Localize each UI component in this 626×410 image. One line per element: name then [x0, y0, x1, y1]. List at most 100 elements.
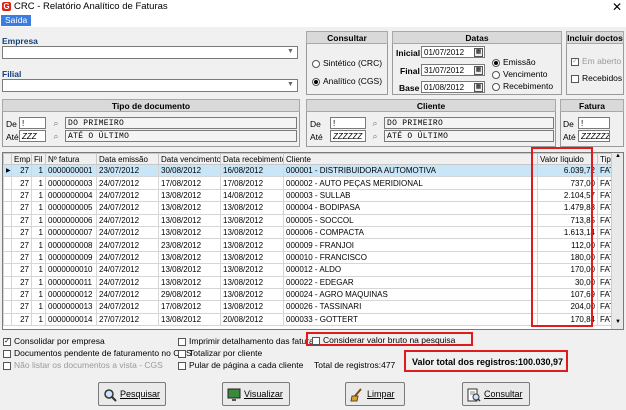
- check-pendentes[interactable]: Documentos pendente de faturamento no CG…: [3, 348, 192, 358]
- calendar-icon[interactable]: ▦: [474, 48, 483, 57]
- table-row[interactable]: 27 1 0000000006 24/07/2012 13/08/2012 13/08/2…: [3, 213, 613, 227]
- close-icon[interactable]: ✕: [612, 0, 622, 14]
- tipo-de-code-input[interactable]: !: [19, 117, 46, 129]
- calendar-icon[interactable]: ▦: [474, 83, 483, 92]
- row-indicator: [3, 275, 12, 289]
- table-row[interactable]: 27 1 0000000008 24/07/2012 23/08/2012 13/08/2…: [3, 238, 613, 252]
- column-header[interactable]: Data emissão: [96, 153, 159, 165]
- cliente-ate-code-input[interactable]: ZZZZZZ: [330, 130, 366, 142]
- fatura-header: Fatura: [560, 99, 624, 112]
- radio-emissao[interactable]: Emissão: [492, 57, 536, 67]
- cliente-de-code-input[interactable]: !: [330, 117, 366, 129]
- limpar-button[interactable]: Limpar: [345, 382, 405, 406]
- check-consolidar[interactable]: ✓ Consolidar por empresa: [3, 336, 105, 346]
- radio-vencimento[interactable]: Vencimento: [492, 69, 547, 79]
- table-cell: 27: [11, 213, 32, 227]
- inicial-date-input[interactable]: 01/07/2012 ▦: [421, 46, 485, 58]
- calendar-icon[interactable]: ▦: [474, 66, 483, 75]
- table-cell: 13/08/2012: [158, 225, 221, 240]
- table-cell: 17/08/2012: [158, 176, 221, 190]
- radio-recebimento[interactable]: Recebimento: [492, 81, 553, 91]
- table-cell: 0000000007: [45, 225, 97, 240]
- final-date-input[interactable]: 31/07/2012 ▦: [421, 64, 485, 76]
- window-title: CRC - Relatório Analítico de Faturas: [14, 1, 168, 12]
- column-header[interactable]: Data vencimento: [158, 153, 221, 165]
- filial-select[interactable]: [2, 79, 298, 92]
- table-row[interactable]: 27 1 0000000005 24/07/2012 13/08/2012 13/08/2…: [3, 201, 613, 215]
- table-row[interactable]: 27 1 0000000012 24/07/2012 29/08/2012 13/08/2…: [3, 287, 613, 302]
- fatura-ate-input[interactable]: ZZZZZZZ: [578, 130, 610, 142]
- monitor-icon: [227, 388, 241, 402]
- scroll-down-icon[interactable]: ▼: [613, 319, 623, 329]
- radio-analitico[interactable]: Analítico (CGS): [312, 76, 382, 86]
- menu-saida[interactable]: Saída: [1, 15, 32, 26]
- search-icon[interactable]: ⌕: [50, 117, 62, 129]
- search-icon[interactable]: ⌕: [369, 130, 381, 142]
- table-row[interactable]: 27 1 0000000014 27/07/2012 13/08/2012 20/08/2…: [3, 312, 613, 327]
- row-indicator: [3, 312, 12, 327]
- table-cell: 24/07/2012: [96, 213, 159, 227]
- column-header[interactable]: Data recebimento: [220, 153, 284, 165]
- table-cell: 1: [31, 238, 46, 252]
- table-row[interactable]: 27 1 0000000011 24/07/2012 13/08/2012 13/08/2…: [3, 275, 613, 289]
- table-row[interactable]: 27 1 0000000010 24/07/2012 13/08/2012 13/08/2…: [3, 263, 613, 277]
- search-icon[interactable]: ⌕: [369, 117, 381, 129]
- table-cell: 27: [11, 312, 32, 327]
- app-logo-icon: G: [2, 2, 11, 11]
- column-header[interactable]: Nº fatura: [45, 153, 97, 165]
- table-cell: 13/08/2012: [220, 238, 284, 252]
- table-row[interactable]: ▶ 27 1 0000000001 23/07/2012 30/08/2012 16/08/…: [3, 163, 613, 178]
- tipo-de-name: DO PRIMEIRO: [65, 117, 297, 129]
- table-cell: 13/08/2012: [158, 201, 221, 215]
- visualizar-button[interactable]: Visualizar: [222, 382, 290, 406]
- check-recebidos[interactable]: Recebidos: [571, 73, 622, 83]
- table-cell: 13/08/2012: [158, 213, 221, 227]
- empresa-label: Empresa: [2, 36, 38, 46]
- table-cell: 1: [31, 250, 46, 265]
- fatura-de-label: De: [563, 119, 574, 129]
- row-indicator: [3, 300, 12, 314]
- fatura-de-input[interactable]: !: [578, 117, 610, 129]
- check-imprimir[interactable]: Imprimir detalhamento das faturas: [178, 336, 318, 346]
- empresa-select[interactable]: [2, 46, 298, 59]
- table-cell: 000033 - GOTTERT: [283, 312, 538, 327]
- check-em-aberto[interactable]: ✓ Em aberto: [571, 56, 621, 66]
- row-indicator: [3, 250, 12, 265]
- check-bruto[interactable]: Considerar valor bruto na pesquisa: [312, 335, 455, 345]
- table-cell: 27: [11, 176, 32, 190]
- table-cell: 13/08/2012: [158, 188, 221, 203]
- table-cell: 27: [11, 225, 32, 240]
- check-totalizar[interactable]: Totalizar por cliente: [178, 348, 262, 358]
- grid-scrollbar[interactable]: ▲ ▼: [611, 153, 623, 329]
- base-date-input[interactable]: 01/08/2012 ▦: [421, 81, 485, 93]
- table-cell: 0000000014: [45, 312, 97, 327]
- column-header[interactable]: Fil: [31, 153, 46, 165]
- column-header[interactable]: Cliente: [283, 153, 538, 165]
- check-pular[interactable]: Pular de página a cada cliente: [178, 360, 303, 370]
- tipo-ate-code-input[interactable]: ZZZ: [19, 130, 46, 142]
- table-cell: 17/08/2012: [158, 300, 221, 314]
- row-indicator: [3, 225, 12, 240]
- pesquisar-button[interactable]: Pesquisar: [98, 382, 166, 406]
- table-row[interactable]: 27 1 0000000004 24/07/2012 13/08/2012 14/08/2…: [3, 188, 613, 203]
- consultar-button[interactable]: Consultar: [462, 382, 530, 406]
- table-cell: 24/07/2012: [96, 263, 159, 277]
- empresa-dropdown-icon[interactable]: ▼: [287, 48, 294, 55]
- table-cell: 0000000006: [45, 213, 97, 227]
- table-cell: 000002 - AUTO PEÇAS MERIDIONAL: [283, 176, 538, 190]
- table-row[interactable]: 27 1 0000000009 24/07/2012 13/08/2012 13/08/2…: [3, 250, 613, 265]
- table-cell: 13/08/2012: [158, 263, 221, 277]
- check-nao-listar[interactable]: Não listar os documentos a vista - CGS: [3, 360, 163, 370]
- table-cell: 000012 - ALDO: [283, 263, 538, 277]
- table-cell: 24/07/2012: [96, 250, 159, 265]
- table-cell: 0000000004: [45, 188, 97, 203]
- table-row[interactable]: 27 1 0000000007 24/07/2012 13/08/2012 13/08/2…: [3, 225, 613, 240]
- search-icon[interactable]: ⌕: [50, 130, 62, 142]
- column-header[interactable]: Emp: [11, 153, 32, 165]
- table-cell: 13/08/2012: [220, 287, 284, 302]
- filial-dropdown-icon[interactable]: ▼: [287, 81, 294, 88]
- table-row[interactable]: 27 1 0000000013 24/07/2012 17/08/2012 13/08/2…: [3, 300, 613, 314]
- table-row[interactable]: 27 1 0000000003 24/07/2012 17/08/2012 17/08/2…: [3, 176, 613, 190]
- scroll-up-icon[interactable]: ▲: [613, 153, 623, 163]
- radio-sintetico[interactable]: Sintético (CRC): [312, 58, 382, 68]
